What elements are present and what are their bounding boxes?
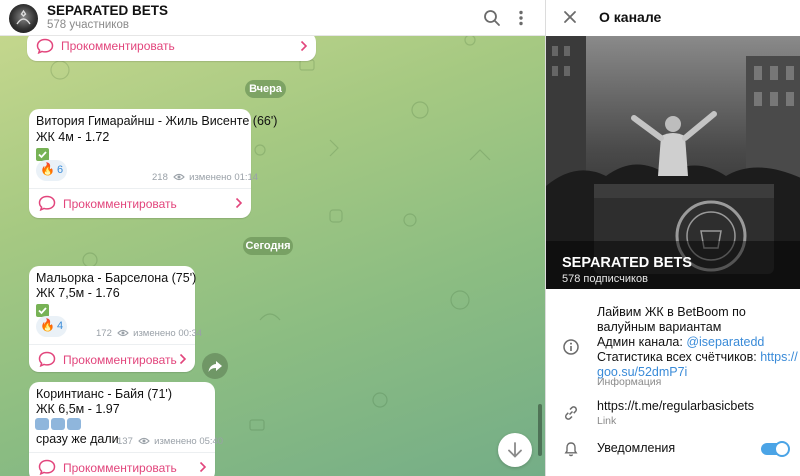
admin-line: Админ канала: @iseparatedd	[597, 335, 797, 350]
channel-link[interactable]: https://t.me/regularbasicbets	[597, 399, 754, 414]
comment-label: Прокомментировать	[63, 353, 177, 367]
toggle-knob	[774, 441, 790, 457]
reaction-count: 6	[57, 164, 64, 176]
fire-emoji: 🔥	[40, 162, 55, 176]
admin-link[interactable]: @iseparatedd	[686, 335, 764, 349]
comment-label: Прокомментировать	[61, 39, 175, 53]
avatar-figure-icon	[16, 9, 31, 25]
chevron-right-icon	[179, 353, 187, 365]
comment-label: Прокомментировать	[63, 197, 177, 211]
eye-icon	[172, 173, 185, 181]
counter-emoji	[35, 418, 49, 430]
eye-icon	[116, 329, 129, 337]
message-meta: 218 изменено 01:14	[152, 172, 258, 183]
view-count: 218	[152, 172, 168, 183]
comment-label: Прокомментировать	[63, 461, 177, 475]
info-icon	[563, 339, 579, 355]
subscribers-count: 578 подписчиков	[562, 273, 648, 285]
description-line-2: валуйным вариантам	[597, 320, 722, 334]
edited-time: изменено 00:34	[133, 328, 203, 339]
chevron-right-icon	[199, 461, 207, 473]
cover-photo-image	[546, 36, 800, 289]
channel-info-panel: О канале SEPARATED BETS 578 подписчиков …	[545, 0, 800, 476]
view-count: 137	[117, 436, 133, 447]
close-icon[interactable]	[563, 10, 577, 24]
comment-bar[interactable]: Прокомментировать	[29, 452, 215, 476]
message-meta: 172 изменено 00:34	[96, 328, 202, 339]
stats-link-part-1[interactable]: https://	[760, 350, 798, 364]
message-line-1: Коринтианс - Байя (71')	[36, 387, 172, 401]
comment-bar[interactable]: Прокомментировать	[29, 188, 251, 216]
message-line-4: сразу же дали	[36, 432, 119, 446]
chat-members-count: 578 участников	[47, 19, 129, 31]
channel-cover-photo[interactable]: SEPARATED BETS 578 подписчиков	[546, 36, 800, 289]
chat-title: SEPARATED BETS	[47, 3, 169, 18]
comment-icon	[38, 195, 56, 211]
arrow-down-icon	[508, 442, 522, 458]
message-line-2: ЖК 7,5м - 1.76	[36, 286, 120, 300]
view-count: 172	[96, 328, 112, 339]
chat-panel: SEPARATED BETS 578 участников Прокоммент…	[0, 0, 545, 476]
comment-icon	[36, 38, 54, 54]
bell-icon	[564, 442, 578, 457]
channel-name: SEPARATED BETS	[562, 255, 692, 271]
counter-emoji	[51, 418, 65, 430]
message-bubble: Коринтианс - Байя (71') ЖК 6,5м - 1.97 с…	[29, 382, 223, 476]
scroll-down-button[interactable]	[498, 433, 532, 467]
link-icon	[565, 406, 577, 420]
reaction-fire[interactable]: 🔥 4	[36, 316, 67, 337]
counter-emoji	[67, 418, 81, 430]
chevron-right-icon	[235, 197, 243, 209]
link-caption: Link	[597, 415, 617, 427]
fire-emoji: 🔥	[40, 318, 55, 332]
date-separator-yesterday: Вчера	[245, 80, 286, 98]
reaction-count: 4	[57, 320, 64, 332]
channel-description: Лайвим ЖК в BetBoom по валуйным варианта…	[597, 305, 798, 380]
comment-bar[interactable]: Прокомментировать	[27, 32, 316, 60]
message-line-2: ЖК 6,5м - 1.97	[36, 402, 120, 416]
description-line-1: Лайвим ЖК в BetBoom по	[597, 305, 746, 319]
edited-time: изменено 01:14	[189, 172, 259, 183]
share-button[interactable]	[202, 353, 228, 379]
comment-bar[interactable]: Прокомментировать	[29, 344, 195, 372]
search-icon[interactable]	[482, 8, 502, 28]
comment-icon	[38, 459, 56, 475]
eye-icon	[137, 437, 150, 445]
channel-avatar[interactable]	[9, 4, 38, 33]
comment-icon	[38, 351, 56, 367]
info-header: О канале	[546, 0, 800, 36]
stats-line: Статистика всех счётчиков: https://	[597, 350, 798, 365]
counter-emojis	[35, 418, 83, 430]
scrollbar[interactable]	[538, 404, 542, 456]
notifications-label: Уведомления	[597, 441, 676, 455]
info-caption: Информация	[597, 376, 662, 388]
message-bubble: Мальорка - Барселона (75') ЖК 7,5м - 1.7…	[29, 266, 202, 372]
edited-time: изменено 05:40	[154, 436, 224, 447]
message-line-1: Мальорка - Барселона (75')	[36, 271, 197, 285]
message-bubble-previous: Прокомментировать	[27, 32, 316, 61]
share-icon	[208, 361, 222, 372]
message-line-2: ЖК 4м - 1.72	[36, 130, 110, 144]
chevron-right-icon	[300, 40, 308, 52]
info-title: О канале	[599, 9, 662, 25]
message-meta: 137 изменено 05:40	[117, 436, 223, 447]
message-line-1: Витория Гимарайнш - Жиль Висенте (66')	[36, 114, 278, 128]
admin-prefix: Админ канала:	[597, 335, 687, 349]
reaction-fire[interactable]: 🔥 6	[36, 160, 67, 181]
chat-header: SEPARATED BETS 578 участников	[0, 0, 545, 36]
notifications-toggle[interactable]	[761, 441, 790, 457]
stats-prefix: Статистика всех счётчиков:	[597, 350, 761, 364]
message-bubble: Витория Гимарайнш - Жиль Висенте (66') Ж…	[29, 109, 277, 218]
date-separator-today: Сегодня	[243, 237, 293, 255]
more-vertical-icon[interactable]	[511, 8, 531, 28]
